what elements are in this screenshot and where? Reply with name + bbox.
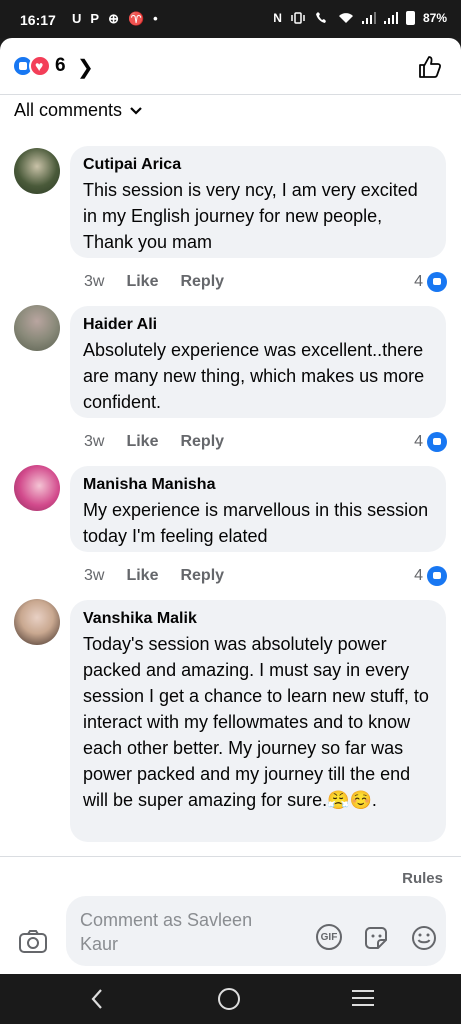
reaction-count: 6 [55,55,66,76]
comment-filter-dropdown[interactable]: All comments [14,100,142,121]
signal-icon-2 [383,12,398,24]
composer-divider [0,856,461,857]
comment-time: 3w [84,273,105,290]
like-reaction-icon [427,566,447,586]
comment-author[interactable]: Cutipai Arica [83,155,433,175]
comment-time: 3w [84,567,105,584]
like-reaction-icon [427,272,447,292]
comment-author[interactable]: Manisha Manisha [83,475,433,495]
avatar[interactable] [14,465,60,511]
comment-text: Absolutely experience was excellent..the… [83,340,425,412]
love-reaction-icon [29,55,51,77]
system-navigation-bar [0,974,461,1024]
system-icons: N 87% [273,11,447,25]
like-button[interactable]: Like [126,567,158,585]
rules-link[interactable]: Rules [402,870,443,887]
header-divider [0,94,461,95]
wifi-call-icon [315,12,326,23]
comment-actions: 3w Like Reply [84,567,224,585]
comment-like-count[interactable]: 4 [414,432,447,452]
comment-text: My experience is marvellous in this sess… [83,500,429,546]
comments-sheet: 6 ❯ All comments Cutipai Arica This sess… [0,38,461,974]
comment-bubble[interactable]: Haider Ali Absolutely experience was exc… [70,306,446,418]
comment-text: Today's session was absolutely power pac… [83,634,429,810]
comment-time: 3w [84,433,105,450]
comment-text: This session is very ncy, I am very exci… [83,180,418,252]
wifi-icon [338,13,353,23]
comment-like-count[interactable]: 4 [414,272,447,292]
like-reaction-icon [427,432,447,452]
comment-placeholder: Comment as Savleen Kaur [80,910,253,954]
recent-apps-icon[interactable] [352,990,374,1008]
like-count-value: 4 [414,433,423,450]
comment-actions: 3w Like Reply [84,433,224,451]
u-app-icon: U [72,11,82,26]
comment-bubble[interactable]: Vanshika Malik Today's session was absol… [70,600,446,842]
sticker-icon[interactable] [362,924,390,952]
battery-level: 87% [422,11,447,25]
reply-button[interactable]: Reply [180,567,224,585]
comment-bubble[interactable]: Cutipai Arica This session is very ncy, … [70,146,446,258]
comment-author[interactable]: Haider Ali [83,315,433,335]
comment-input[interactable]: Comment as Savleen Kaur GIF [66,896,446,966]
avatar[interactable] [14,305,60,351]
filter-label: All comments [14,100,123,120]
reaction-summary[interactable]: 6 ❯ [0,38,461,94]
status-bar: 16:17 U P ⊕ ♈ • N 87% [0,0,461,38]
status-time: 16:17 [20,12,56,28]
like-post-icon[interactable] [417,54,443,80]
battery-icon [405,11,415,25]
like-button[interactable]: Like [126,433,158,451]
reply-button[interactable]: Reply [180,273,224,291]
home-icon[interactable] [218,988,240,1010]
camera-icon[interactable] [18,928,48,954]
browser-app-icon: ⊕ [108,11,119,26]
comment-bubble[interactable]: Manisha Manisha My experience is marvell… [70,466,446,552]
more-dot-icon: • [153,11,158,26]
avatar[interactable] [14,599,60,645]
chevron-down-icon [130,106,142,115]
like-count-value: 4 [414,567,423,584]
gif-icon[interactable]: GIF [316,924,342,950]
p-app-icon: P [90,11,100,26]
nfc-icon: N [273,11,282,25]
signal-icon-1 [361,12,376,24]
comment-author[interactable]: Vanshika Malik [83,609,433,629]
reply-button[interactable]: Reply [180,433,224,451]
emoji-icon[interactable] [410,924,438,952]
like-button[interactable]: Like [126,273,158,291]
comment-like-count[interactable]: 4 [414,566,447,586]
chevron-right-icon: ❯ [77,57,94,79]
comment-composer: Comment as Savleen Kaur GIF [0,892,461,974]
comment-actions: 3w Like Reply [84,273,224,291]
notification-icons: U P ⊕ ♈ • [72,11,158,27]
avatar[interactable] [14,148,60,194]
like-count-value: 4 [414,273,423,290]
back-icon[interactable] [90,988,104,1010]
vibrate-icon [291,12,305,24]
cake-app-icon: ♈ [127,11,145,26]
